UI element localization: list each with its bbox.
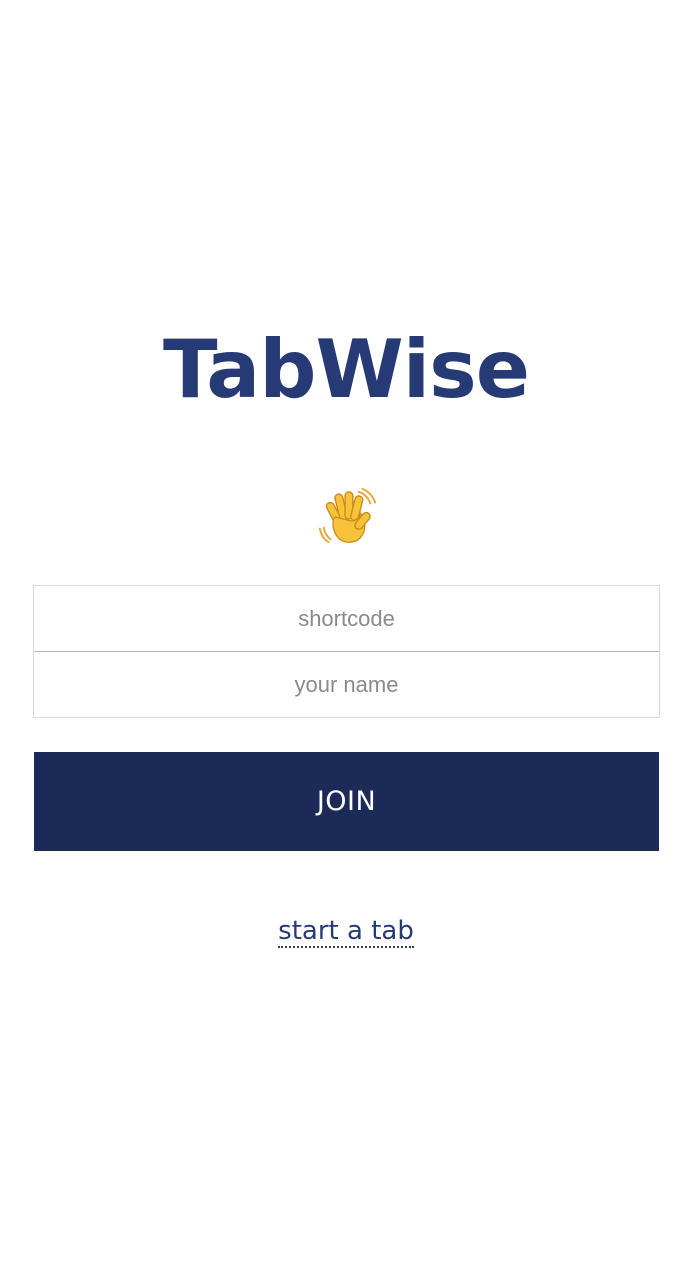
join-form <box>33 585 660 718</box>
start-tab-link[interactable]: start a tab <box>278 916 414 948</box>
join-button[interactable]: JOIN <box>34 752 659 851</box>
shortcode-input[interactable] <box>34 586 659 651</box>
name-input[interactable] <box>34 652 659 717</box>
app-title: TabWise <box>162 323 530 416</box>
waving-hand-icon <box>318 487 377 544</box>
start-tab-link-container: start a tab <box>0 916 692 948</box>
